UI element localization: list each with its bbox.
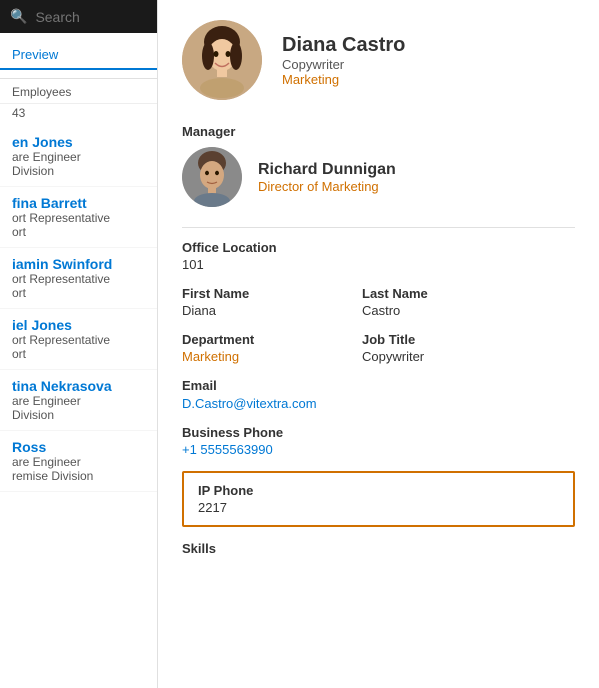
department-value: Marketing [182,349,322,364]
employee-name: tina Nekrasova [12,378,145,394]
list-item[interactable]: fina Barrett ort Representative ort [0,187,157,248]
search-bar: 🔍 [0,0,157,33]
profile-header: Diana Castro Copywriter Marketing [182,20,575,100]
employee-name: en Jones [12,134,145,150]
email-label: Email [182,378,322,393]
profile-dept: Marketing [282,72,405,87]
office-location-value: 101 [182,257,322,272]
search-icon: 🔍 [10,8,27,25]
profile-name: Diana Castro [282,34,405,57]
employee-role: are Engineer [12,150,145,164]
ip-phone-section: IP Phone 2217 [182,471,575,527]
name-row: First Name Diana Last Name Castro [182,286,575,318]
first-name-value: Diana [182,303,322,318]
email-block: Email D.Castro@vitextra.com [182,378,322,411]
ip-phone-value: 2217 [198,500,559,515]
profile-info: Diana Castro Copywriter Marketing [282,34,405,87]
sidebar-count: 43 [0,104,157,126]
business-phone-block: Business Phone +1 5555563990 [182,425,322,457]
employee-name: Ross [12,439,145,455]
employee-dept: ort [12,347,145,361]
manager-section-label: Manager [182,124,575,139]
sidebar: 🔍 Preview Employees 43 en Jones are Engi… [0,0,158,688]
search-input[interactable] [35,9,147,25]
avatar [182,20,262,100]
office-location-label: Office Location [182,240,322,255]
job-title-value: Copywriter [362,349,502,364]
employee-dept: Division [12,408,145,422]
main-content: Diana Castro Copywriter Marketing Manage… [158,0,599,688]
employee-role: ort Representative [12,211,145,225]
email-link[interactable]: D.Castro@vitextra.com [182,396,317,411]
sidebar-section-label: Employees [0,79,157,104]
job-title-block: Job Title Copywriter [362,332,502,364]
sidebar-employees: en Jones are Engineer Division fina Barr… [0,126,157,688]
manager-info: Richard Dunnigan Director of Marketing [258,161,396,194]
office-location-row: Office Location 101 [182,240,575,272]
list-item[interactable]: tina Nekrasova are Engineer Division [0,370,157,431]
manager-name: Richard Dunnigan [258,161,396,179]
employee-dept: Division [12,164,145,178]
employee-name: iel Jones [12,317,145,333]
business-phone-label: Business Phone [182,425,322,440]
employee-dept: ort [12,286,145,300]
office-location-block: Office Location 101 [182,240,322,272]
dept-row: Department Marketing Job Title Copywrite… [182,332,575,364]
department-label: Department [182,332,322,347]
employee-name: fina Barrett [12,195,145,211]
employee-role: ort Representative [12,333,145,347]
list-item[interactable]: Ross are Engineer remise Division [0,431,157,492]
profile-role: Copywriter [282,57,405,72]
email-row: Email D.Castro@vitextra.com [182,378,575,411]
last-name-block: Last Name Castro [362,286,502,318]
employee-role: are Engineer [12,394,145,408]
first-name-block: First Name Diana [182,286,322,318]
list-item[interactable]: en Jones are Engineer Division [0,126,157,187]
job-title-label: Job Title [362,332,502,347]
ip-phone-label: IP Phone [198,483,559,498]
list-item[interactable]: iel Jones ort Representative ort [0,309,157,370]
employee-dept: remise Division [12,469,145,483]
last-name-value: Castro [362,303,502,318]
first-name-label: First Name [182,286,322,301]
sidebar-nav-preview[interactable]: Preview [0,41,157,70]
business-phone-row: Business Phone +1 5555563990 [182,425,575,457]
employee-dept: ort [12,225,145,239]
employee-name: iamin Swinford [12,256,145,272]
last-name-label: Last Name [362,286,502,301]
department-block: Department Marketing [182,332,322,364]
employee-role: ort Representative [12,272,145,286]
manager-block: Richard Dunnigan Director of Marketing [182,147,575,207]
manager-avatar [182,147,242,207]
business-phone-value[interactable]: +1 5555563990 [182,442,322,457]
list-item[interactable]: iamin Swinford ort Representative ort [0,248,157,309]
sidebar-nav: Preview [0,33,157,79]
employee-role: are Engineer [12,455,145,469]
skills-label: Skills [182,541,575,556]
manager-title: Director of Marketing [258,179,396,194]
divider [182,227,575,228]
